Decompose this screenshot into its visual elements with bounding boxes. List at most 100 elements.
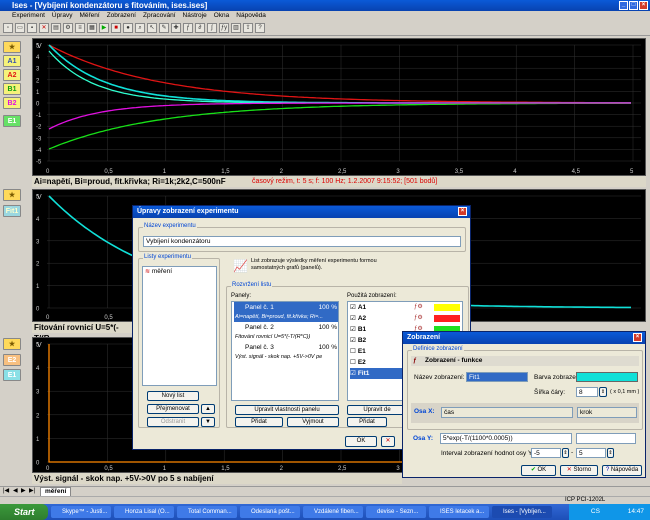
export-icon[interactable]: ⇪: [243, 23, 253, 33]
star-icon[interactable]: ★: [3, 41, 21, 53]
table-icon[interactable]: ▥: [231, 23, 241, 33]
taskbar-item-8[interactable]: Ises - [Vybíjen...: [492, 506, 552, 518]
taskbar-item-2[interactable]: Honza Lisal (O...: [114, 506, 174, 518]
help-icon[interactable]: ?: [255, 23, 265, 33]
add-view-button[interactable]: Přidat: [347, 417, 387, 427]
used-view-checkbox[interactable]: ☐: [350, 359, 356, 366]
channel-e1-bottom[interactable]: E1: [3, 369, 21, 381]
taskbar-item-7[interactable]: ISES letacek a...: [429, 506, 489, 518]
channel-e2[interactable]: E2: [3, 354, 21, 366]
menu-upravy[interactable]: Úpravy: [52, 11, 73, 21]
view-name-field[interactable]: Fit1: [466, 372, 528, 382]
function-icon[interactable]: ƒ: [183, 23, 193, 33]
panel-item-1[interactable]: Panel č. 1 100 % Ai=napětí, Bi=proud, fit…: [234, 302, 338, 322]
used-view-checkbox[interactable]: ☑: [350, 326, 356, 333]
derivative-icon[interactable]: ∂: [195, 23, 205, 33]
close-button[interactable]: ×: [639, 1, 648, 10]
print-icon[interactable]: ▤: [51, 23, 61, 33]
new-icon[interactable]: ▫: [3, 23, 13, 33]
cursor-icon[interactable]: ↖: [147, 23, 157, 33]
channel-e1[interactable]: E1: [3, 115, 21, 127]
axis-y-unit-field[interactable]: [576, 433, 636, 444]
start-button[interactable]: Start: [0, 504, 48, 520]
maximize-button[interactable]: □: [629, 1, 638, 10]
minimize-button[interactable]: _: [619, 1, 628, 10]
used-view-checkbox[interactable]: ☑: [350, 337, 356, 344]
new-sheet-button[interactable]: Nový list: [147, 391, 199, 401]
channel-b1[interactable]: B1: [3, 83, 21, 95]
view-ok-button[interactable]: ✔ OK: [521, 465, 556, 476]
rename-sheet-button[interactable]: Přejmenovat: [147, 404, 199, 414]
axis-y-formula-field[interactable]: 5*exp(-T/(1100*0.0005)): [440, 433, 572, 444]
view-dialog-close-icon[interactable]: ×: [633, 333, 642, 342]
settings-icon[interactable]: ⚙: [63, 23, 73, 33]
menu-napoveda[interactable]: Nápověda: [236, 11, 266, 21]
menu-nastroje[interactable]: Nástroje: [183, 11, 207, 21]
menu-zpracovani[interactable]: Zpracování: [143, 11, 176, 21]
tray-language[interactable]: CS: [591, 508, 600, 515]
star-icon-2[interactable]: ★: [3, 189, 21, 201]
integral-icon[interactable]: ∫: [207, 23, 217, 33]
fy-icon[interactable]: ƒy: [219, 23, 229, 33]
record-icon[interactable]: ●: [123, 23, 133, 33]
play-icon[interactable]: ▶: [99, 23, 109, 33]
sheet-item-mereni[interactable]: měření: [152, 268, 172, 275]
plot-panel-1[interactable]: V 5 4 3 2 1 0 -1 -2 -3 -4 -5 0 0,5 1 1,5 2 2,5 3 3,5 4 4,5 5: [32, 38, 646, 176]
taskbar-item-1[interactable]: Skype™ - Justi...: [51, 506, 111, 518]
delete-icon[interactable]: ✕: [39, 23, 49, 33]
grid-icon[interactable]: ▦: [87, 23, 97, 33]
view-color-swatch[interactable]: [576, 372, 638, 382]
dialog-ok-button[interactable]: OK: [345, 436, 377, 447]
used-view-row[interactable]: ☑ A2 ƒ⚙: [350, 313, 462, 324]
pen-icon[interactable]: ✎: [159, 23, 169, 33]
used-view-checkbox[interactable]: ☑: [350, 315, 356, 322]
taskbar-item-3[interactable]: Total Comman...: [177, 506, 237, 518]
star-icon-3[interactable]: ★: [3, 338, 21, 350]
edit-view-button[interactable]: Upravit de: [347, 405, 407, 415]
line-width-field[interactable]: 8: [576, 387, 598, 397]
channel-a1[interactable]: A1: [3, 55, 21, 67]
nav-prev-icon[interactable]: ◀: [13, 487, 18, 494]
used-view-checkbox[interactable]: ☐: [350, 348, 356, 355]
axis-x-field[interactable]: čas: [441, 407, 573, 418]
zoom-icon[interactable]: ⌕: [135, 23, 145, 33]
experiment-name-field[interactable]: Vybíjení kondenzátoru: [143, 236, 461, 247]
taskbar-item-5[interactable]: Vzdálené fiben...: [303, 506, 363, 518]
line-width-spinner[interactable]: ⇕: [599, 387, 607, 397]
add-panel-button[interactable]: Přidat: [235, 417, 283, 427]
menu-zobrazeni[interactable]: Zobrazení: [107, 11, 136, 21]
nav-first-icon[interactable]: |◀: [3, 487, 9, 494]
stop-icon[interactable]: ■: [111, 23, 121, 33]
axis-x-unit-field[interactable]: krok: [577, 407, 637, 418]
dialog-close-icon[interactable]: ×: [458, 207, 467, 216]
y-range-min-field[interactable]: -5: [531, 448, 561, 458]
sheets-list[interactable]: ≋ měření: [142, 266, 217, 386]
used-view-row[interactable]: ☑ A1 ƒ⚙: [350, 302, 462, 313]
menu-mereni[interactable]: Měření: [79, 11, 99, 21]
taskbar-item-4[interactable]: Odeslaná pošt...: [240, 506, 300, 518]
taskbar-item-6[interactable]: devise - Sezn...: [366, 506, 426, 518]
y-range-max-spinner[interactable]: ⇕: [607, 448, 614, 458]
panels-list[interactable]: Panel č. 1 100 % Ai=napětí, Bi=proud, fit…: [231, 301, 339, 401]
panel-item-2[interactable]: Panel č. 2 100 % Fitování rovnicí U=5*(-T…: [234, 322, 338, 342]
panel-item-3[interactable]: Panel č. 3 100 % Výst. signál - skok nap.…: [234, 342, 338, 362]
dialog-cancel-icon[interactable]: ✕: [381, 436, 395, 447]
view-help-button[interactable]: ? Nápověda: [602, 465, 642, 476]
y-range-min-spinner[interactable]: ⇕: [562, 448, 569, 458]
remove-sheet-button[interactable]: Odstranit: [147, 417, 199, 427]
menu-okna[interactable]: Okna: [214, 11, 230, 21]
y-range-max-field[interactable]: 5: [576, 448, 606, 458]
channel-b2[interactable]: B2: [3, 97, 21, 109]
nav-last-icon[interactable]: ▶|: [29, 487, 35, 494]
sheet-down-icon[interactable]: ▼: [201, 417, 215, 427]
nav-next-icon[interactable]: ▶: [21, 487, 26, 494]
channel-icon[interactable]: ≡: [75, 23, 85, 33]
used-view-checkbox[interactable]: ☑: [350, 304, 356, 311]
edit-panel-button[interactable]: Upravit vlastnosti panelu: [235, 405, 339, 415]
channel-fit1[interactable]: Fit1: [3, 205, 21, 217]
sheet-up-icon[interactable]: ▲: [201, 404, 215, 414]
open-icon[interactable]: ▭: [15, 23, 25, 33]
view-cancel-button[interactable]: ✕ Storno: [560, 465, 598, 476]
marker-icon[interactable]: ✚: [171, 23, 181, 33]
remove-panel-button[interactable]: Vyjmout: [287, 417, 339, 427]
